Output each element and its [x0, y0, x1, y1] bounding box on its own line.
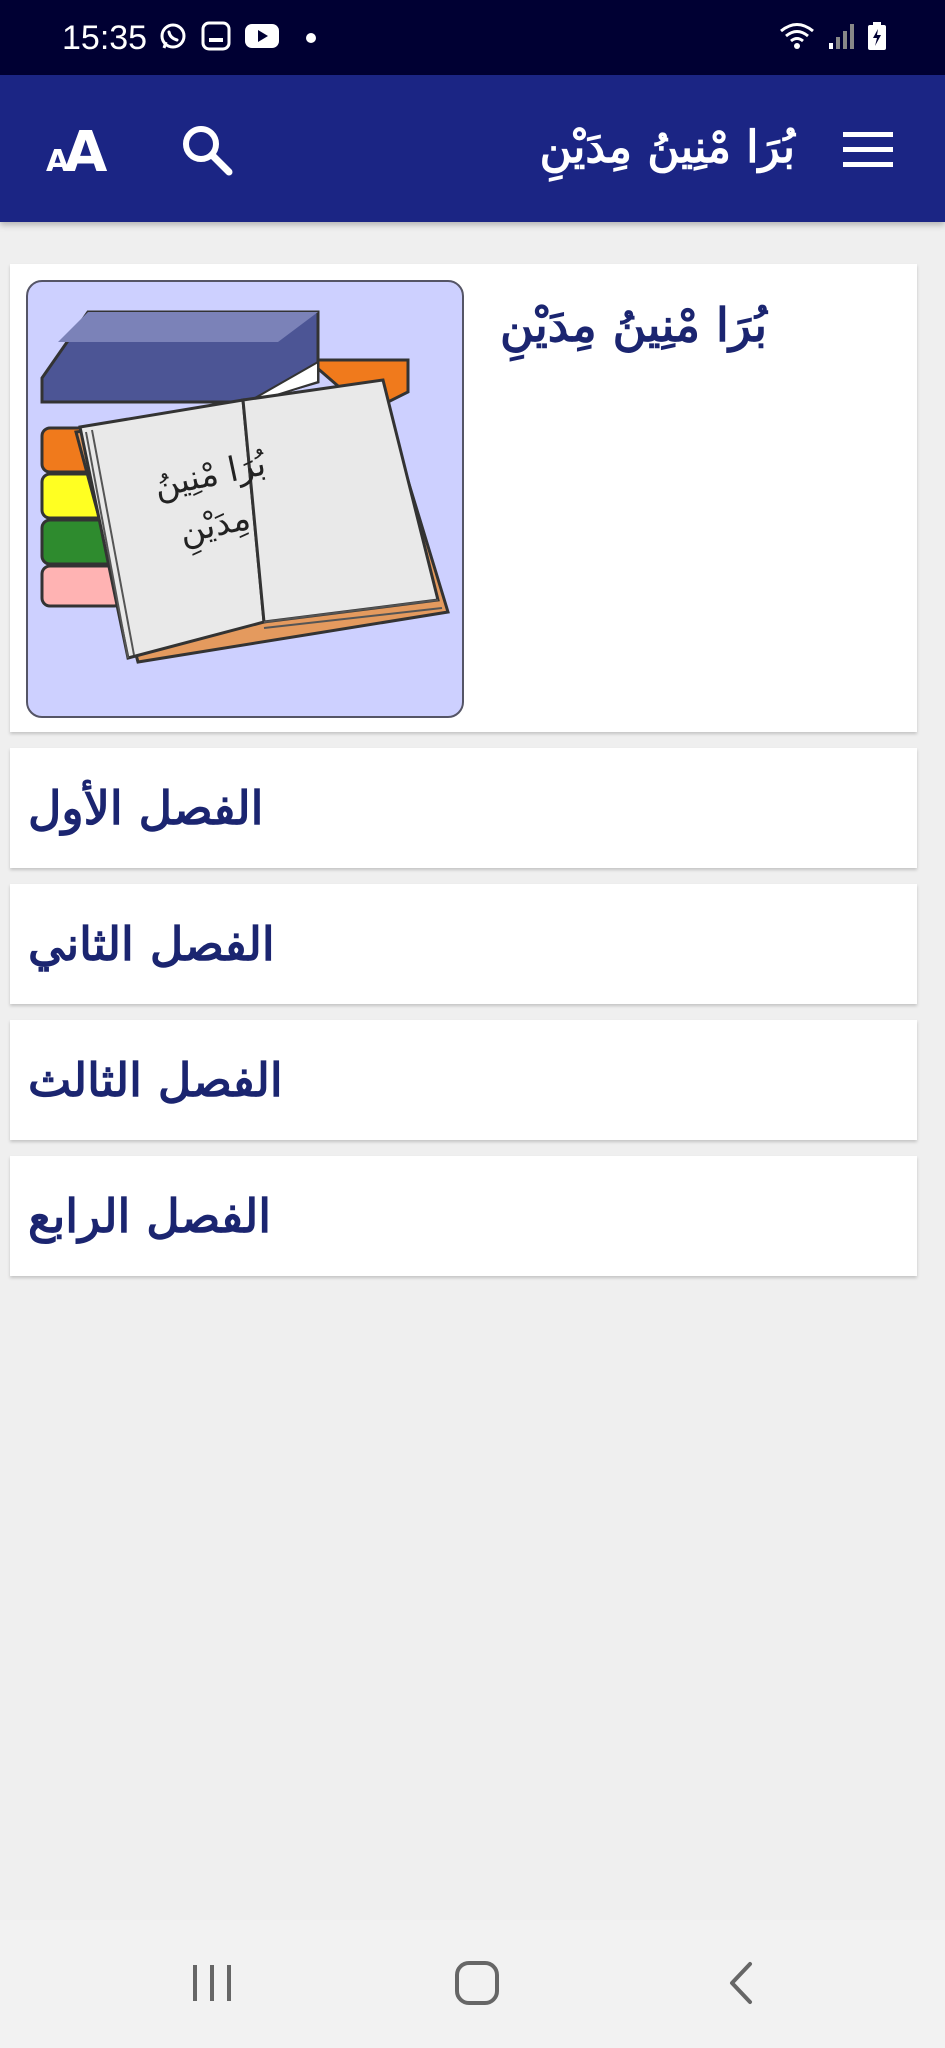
chapter-label: الفصل الأول: [28, 781, 264, 835]
recents-icon: [187, 1961, 237, 2009]
search-icon: [179, 122, 235, 182]
app-bar: A A بُرَا مْنِينُ مِدَيْنِ: [0, 75, 945, 222]
system-icons: [779, 20, 887, 56]
signal-icon: [827, 21, 855, 55]
back-icon: [722, 1958, 762, 2012]
chapter-label: الفصل الرابع: [28, 1189, 272, 1243]
home-button[interactable]: [437, 1950, 517, 2020]
svg-text:A: A: [64, 120, 108, 179]
wifi-icon: [779, 21, 815, 55]
chapter-item[interactable]: الفصل الثالث: [10, 1020, 917, 1140]
notification-icons: [158, 18, 316, 58]
status-bar: 15:35: [0, 0, 945, 75]
app-title: بُرَا مْنِينُ مِدَيْنِ: [539, 122, 795, 173]
message-icon: [200, 20, 232, 56]
search-button[interactable]: [170, 115, 244, 189]
system-nav-bar: [0, 1920, 945, 2048]
chapter-item[interactable]: الفصل الأول: [10, 748, 917, 868]
menu-icon: [841, 130, 895, 174]
font-size-icon: A A: [44, 119, 114, 185]
back-button[interactable]: [702, 1950, 782, 2020]
content: بُرَا مْنِينُ مِدَيْنِ بُرَا مْنِينُ مِد…: [10, 264, 917, 1276]
book-cover-image: بُرَا مْنِينُ مِدَيْنِ: [26, 280, 464, 718]
home-icon: [452, 1958, 502, 2012]
status-time: 15:35: [62, 19, 148, 57]
chapter-item[interactable]: الفصل الثاني: [10, 884, 917, 1004]
recents-button[interactable]: [172, 1950, 252, 2020]
font-size-button[interactable]: A A: [34, 111, 124, 191]
chapter-label: الفصل الثالث: [28, 1053, 283, 1107]
chapter-item[interactable]: الفصل الرابع: [10, 1156, 917, 1276]
chapter-label: الفصل الثاني: [28, 917, 275, 971]
menu-button[interactable]: [831, 115, 905, 189]
book-header-card: بُرَا مْنِينُ مِدَيْنِ بُرَا مْنِينُ مِد…: [10, 264, 917, 732]
whatsapp-icon: [158, 21, 188, 55]
more-notifications-dot: [306, 33, 316, 43]
battery-charging-icon: [867, 21, 887, 55]
youtube-icon: [244, 22, 280, 54]
book-title: بُرَا مْنِينُ مِدَيْنِ: [499, 298, 767, 352]
